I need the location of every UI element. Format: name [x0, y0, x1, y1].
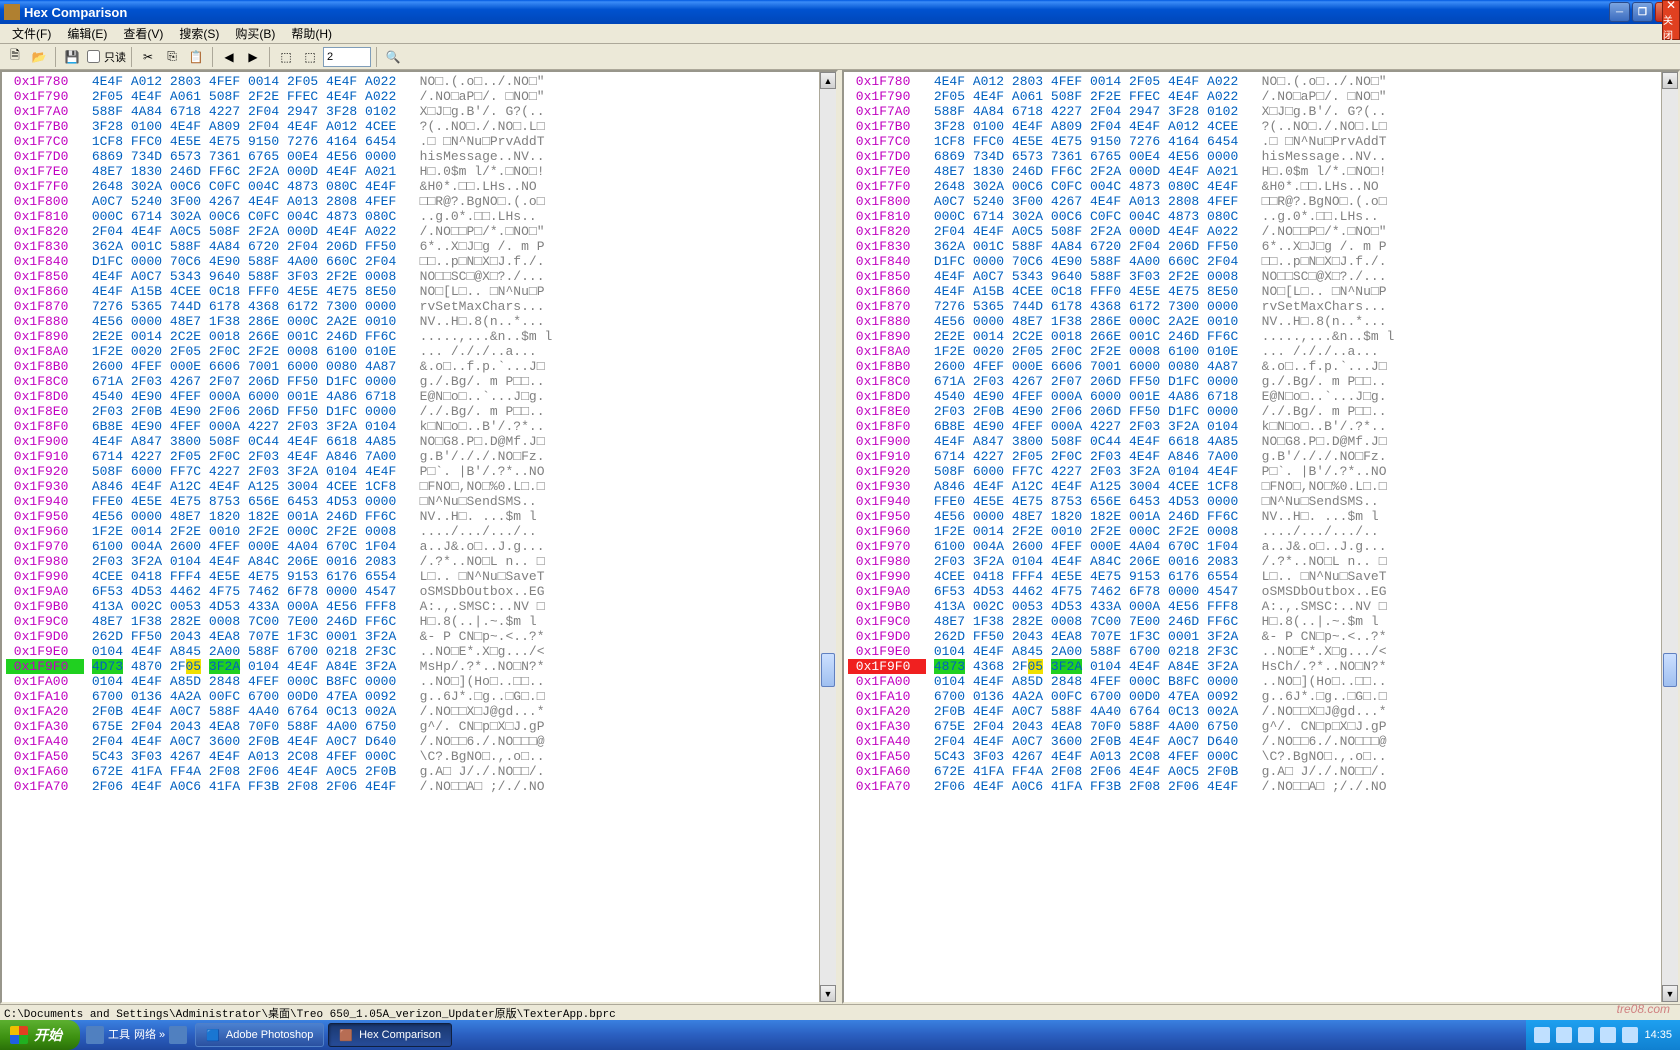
sync-left-icon[interactable]: ⬚ — [275, 46, 297, 68]
taskbar-item-photoshop[interactable]: 🟦 Adobe Photoshop — [195, 1023, 324, 1047]
minimize-button[interactable]: ─ — [1609, 2, 1630, 22]
menu-edit[interactable]: 编辑(E) — [59, 23, 115, 44]
watermark: tre08.com — [1617, 1002, 1670, 1016]
hexcomp-icon: 🟫 — [339, 1029, 353, 1042]
status-path: C:\Documents and Settings\Administrator\… — [4, 1005, 616, 1021]
paste-icon[interactable]: 📋 — [185, 46, 207, 68]
scroll-thumb[interactable] — [821, 653, 835, 687]
prev-diff-icon[interactable]: ◀ — [218, 46, 240, 68]
windows-logo-icon — [10, 1026, 28, 1044]
tray-icon-1[interactable] — [1534, 1027, 1550, 1043]
right-hex-view[interactable]: 0x1F780 4E4F A012 2803 4FEF 0014 2F05 4E… — [844, 72, 1661, 1002]
copy-icon[interactable]: ⎘ — [161, 46, 183, 68]
scroll-track[interactable] — [1662, 89, 1678, 985]
scroll-track[interactable] — [820, 89, 836, 985]
tray-icon-4[interactable] — [1600, 1027, 1616, 1043]
menu-file[interactable]: 文件(F) — [4, 23, 59, 44]
scroll-down-icon[interactable]: ▼ — [1662, 985, 1678, 1002]
start-button[interactable]: 开始 — [0, 1020, 80, 1050]
ql-tools-label[interactable]: 工具 — [108, 1026, 130, 1044]
taskbar: 开始 工具 网络 » 🟦 Adobe Photoshop 🟫 Hex Compa… — [0, 1020, 1680, 1050]
menubar: 文件(F) 编辑(E) 查看(V) 搜索(S) 购买(B) 帮助(H) — [0, 24, 1680, 44]
maximize-button[interactable]: ❐ — [1632, 2, 1653, 22]
app-icon — [4, 4, 20, 20]
tray-icon-2[interactable] — [1556, 1027, 1572, 1043]
left-hex-view[interactable]: 0x1F780 4E4F A012 2803 4FEF 0014 2F05 4E… — [2, 72, 819, 1002]
ql-item-1[interactable] — [86, 1026, 104, 1044]
scroll-thumb[interactable] — [1663, 653, 1677, 687]
window-title: Hex Comparison — [24, 5, 1609, 20]
ql-item-2[interactable] — [169, 1026, 187, 1044]
next-diff-icon[interactable]: ▶ — [242, 46, 264, 68]
statusbar: C:\Documents and Settings\Administrator\… — [0, 1004, 1680, 1020]
tray-icon-3[interactable] — [1578, 1027, 1594, 1043]
right-pane: 0x1F780 4E4F A012 2803 4FEF 0014 2F05 4E… — [842, 70, 1680, 1004]
system-tray[interactable]: 14:35 — [1526, 1020, 1680, 1050]
menu-buy[interactable]: 购买(B) — [227, 23, 283, 44]
find-icon[interactable]: 🔍 — [382, 46, 404, 68]
tray-icon-5[interactable] — [1622, 1027, 1638, 1043]
scroll-down-icon[interactable]: ▼ — [820, 985, 836, 1002]
readonly-label: 只读 — [104, 49, 126, 65]
menu-search[interactable]: 搜索(S) — [171, 23, 227, 44]
open-icon[interactable]: 📂 — [28, 46, 50, 68]
titlebar[interactable]: Hex Comparison ─ ❐ ✕ — [0, 0, 1680, 24]
toolbar: 🗎 📂 💾 只读 ✂ ⎘ 📋 ◀ ▶ ⬚ ⬚ 🔍 — [0, 44, 1680, 70]
menu-help[interactable]: 帮助(H) — [283, 23, 340, 44]
cut-icon[interactable]: ✂ — [137, 46, 159, 68]
menu-view[interactable]: 查看(V) — [115, 23, 171, 44]
scroll-up-icon[interactable]: ▲ — [1662, 72, 1678, 89]
scroll-up-icon[interactable]: ▲ — [820, 72, 836, 89]
readonly-check[interactable] — [87, 50, 100, 63]
left-scrollbar[interactable]: ▲ ▼ — [819, 72, 836, 1002]
new-icon[interactable]: 🗎 — [4, 46, 26, 68]
quick-launch: 工具 网络 » — [80, 1026, 193, 1044]
clock[interactable]: 14:35 — [1644, 1029, 1672, 1041]
close-overlay-button[interactable]: ✕ 关闭 — [1662, 0, 1680, 40]
ql-net-label[interactable]: 网络 » — [134, 1026, 165, 1044]
main-compare-area: 0x1F780 4E4F A012 2803 4FEF 0014 2F05 4E… — [0, 70, 1680, 1004]
right-scrollbar[interactable]: ▲ ▼ — [1661, 72, 1678, 1002]
goto-input[interactable] — [323, 47, 371, 67]
save-icon[interactable]: 💾 — [61, 46, 83, 68]
taskbar-item-hexcomp[interactable]: 🟫 Hex Comparison — [328, 1023, 452, 1047]
sync-right-icon[interactable]: ⬚ — [299, 46, 321, 68]
photoshop-icon: 🟦 — [206, 1029, 220, 1042]
left-pane: 0x1F780 4E4F A012 2803 4FEF 0014 2F05 4E… — [0, 70, 838, 1004]
